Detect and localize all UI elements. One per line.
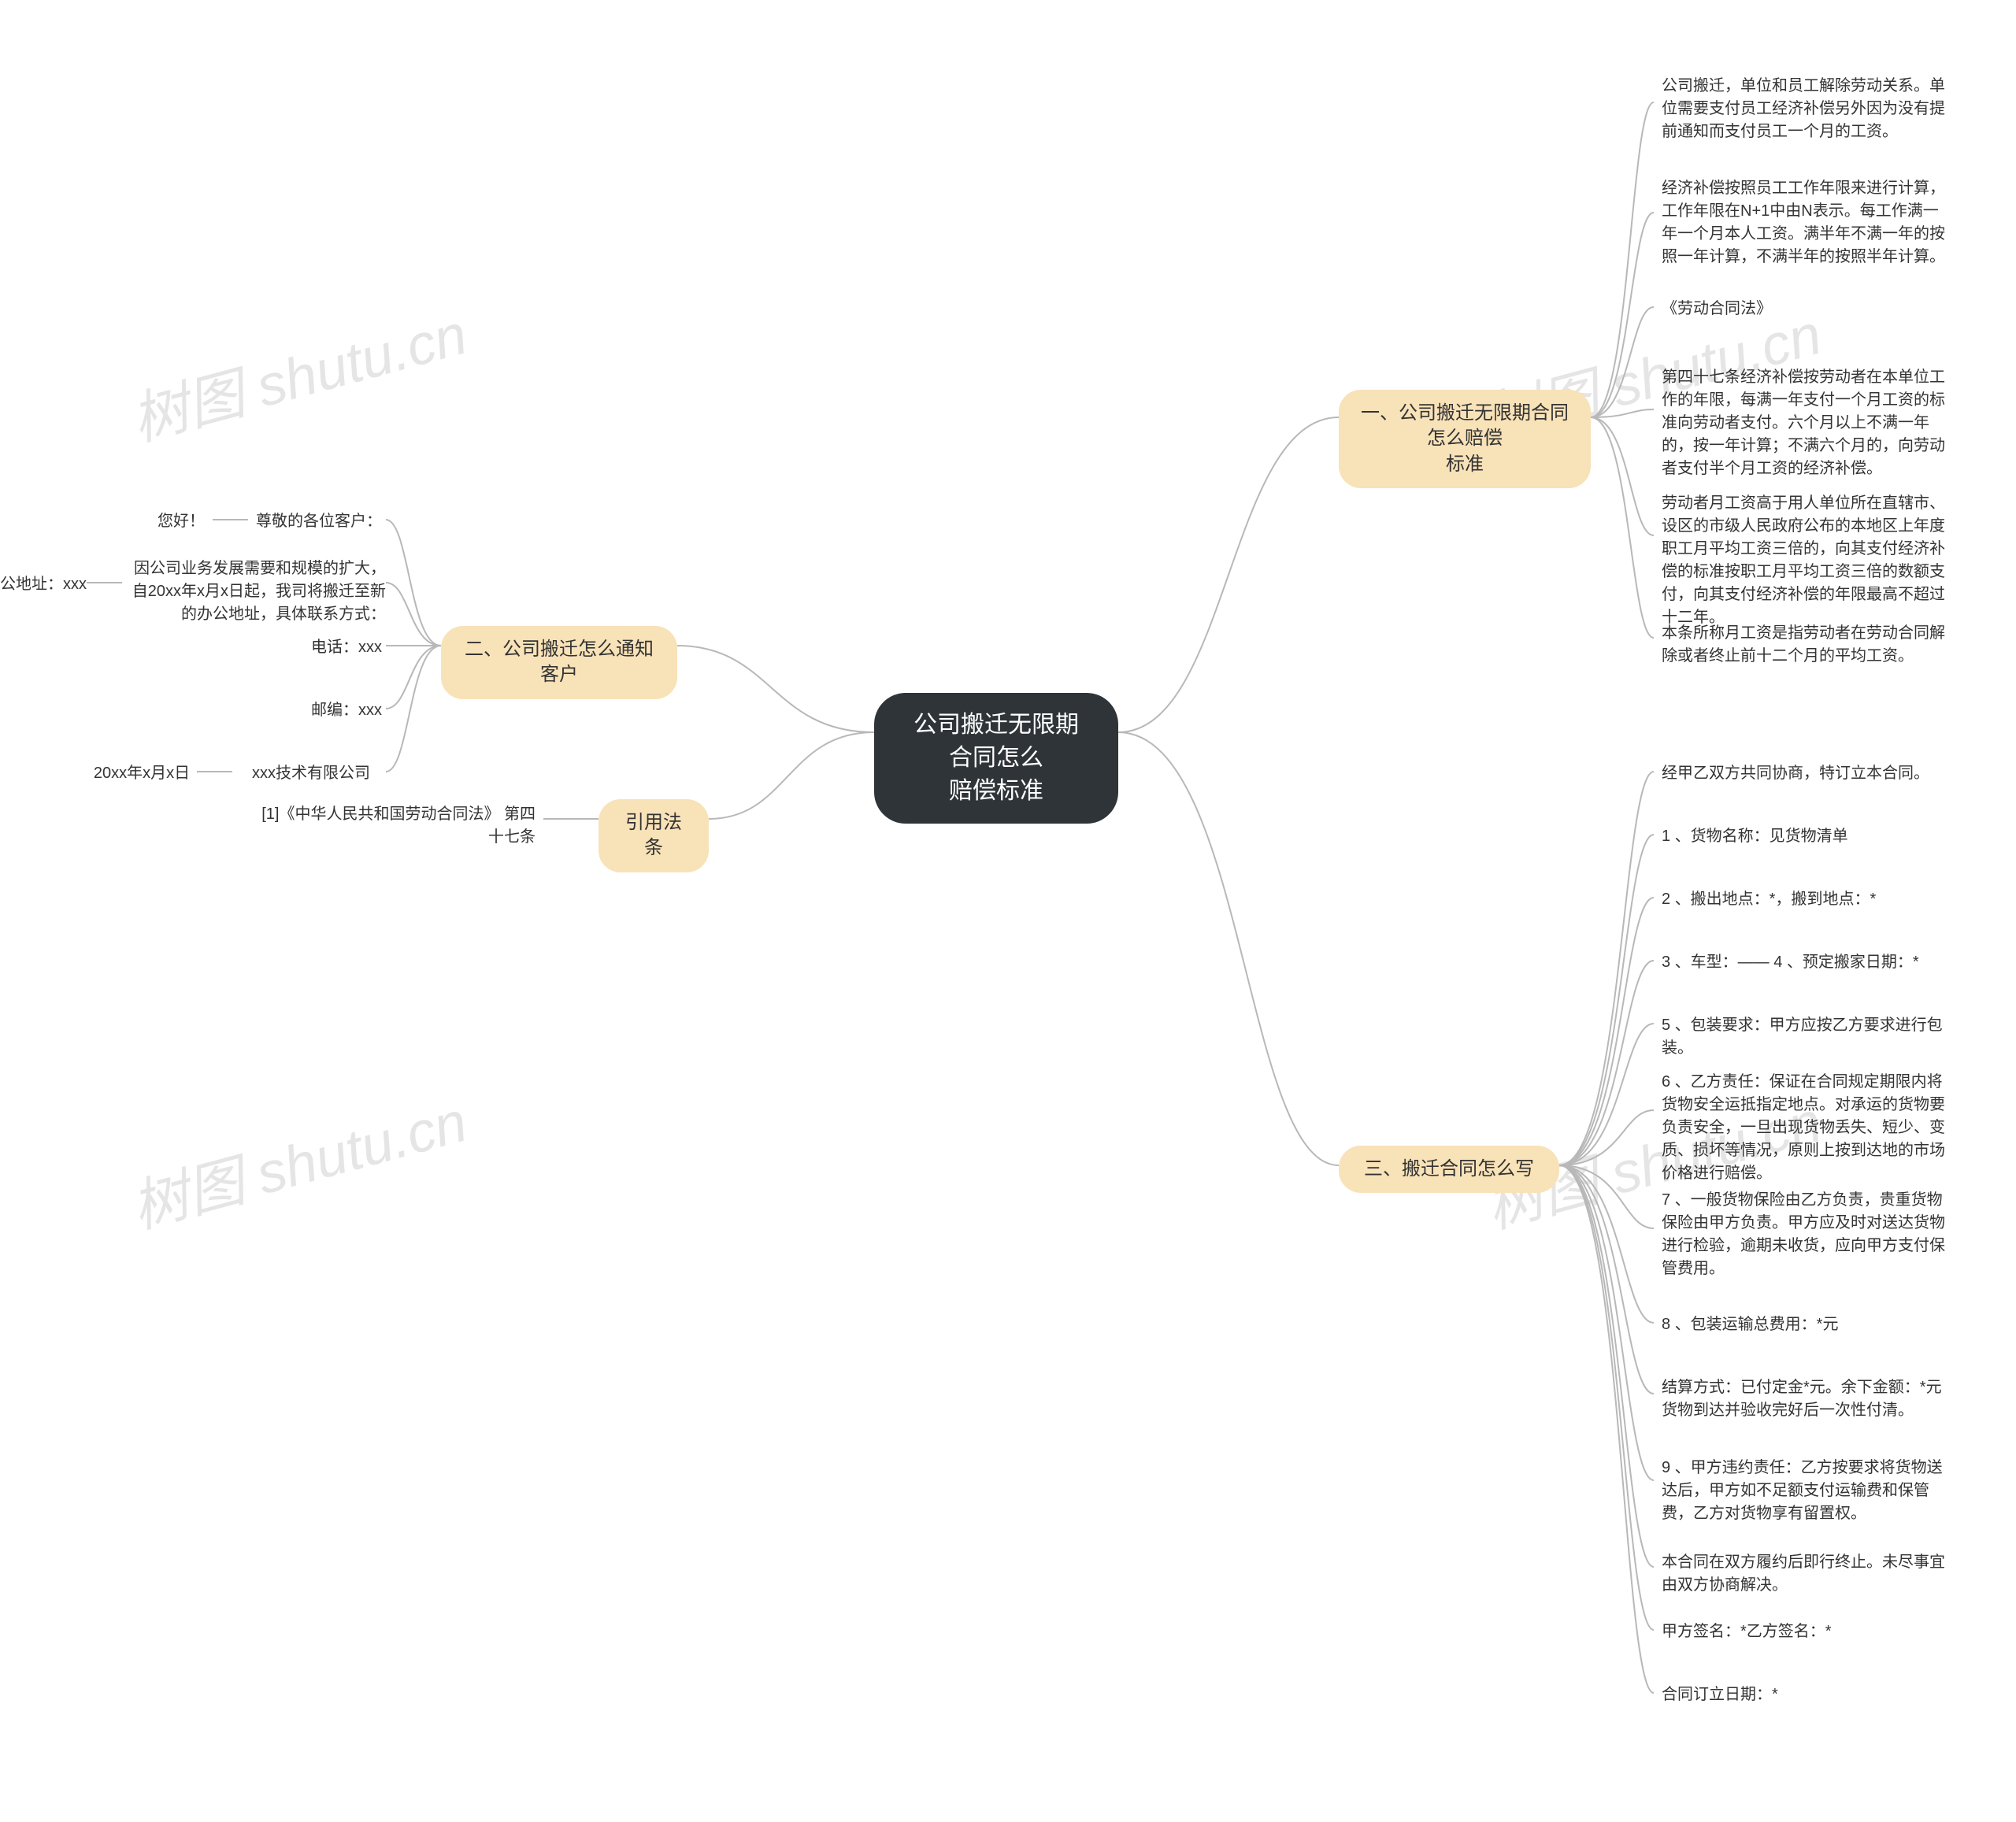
leaf-three-d: 3 、车型：—— 4 、预定搬家日期：* <box>1662 951 1919 974</box>
leaf-four-a: [1]《中华人民共和国劳动合同法》 第四十七条 <box>252 803 536 849</box>
leaf-three-b: 1 、货物名称：见货物清单 <box>1662 825 1848 848</box>
leaf-two-d: 邮编：xxx <box>307 699 386 722</box>
branch-four[interactable]: 引用法条 <box>598 799 709 872</box>
root-node[interactable]: 公司搬迁无限期合同怎么 赔偿标准 <box>874 693 1118 824</box>
leaf-two-b-right: 因公司业务发展需要和规模的扩大，自20xx年x月x日起，我司将搬迁至新的办公地址… <box>126 557 386 626</box>
watermark: 树图 shutu.cn <box>121 287 475 456</box>
leaf-three-h: 8 、包装运输总费用：*元 <box>1662 1313 1838 1336</box>
branch-one[interactable]: 一、公司搬迁无限期合同怎么赔偿 标准 <box>1339 390 1591 488</box>
leaf-two-a-left: 您好！ <box>150 510 213 533</box>
branch-two-label: 二、公司搬迁怎么通知客户 <box>461 637 657 688</box>
leaf-three-c: 2 、搬出地点：*，搬到地点：* <box>1662 888 1876 911</box>
leaf-three-a: 经甲乙双方共同协商，特订立本合同。 <box>1662 762 1929 785</box>
leaf-one-f: 本条所称月工资是指劳动者在劳动合同解除或者终止前十二个月的平均工资。 <box>1662 622 1945 668</box>
leaf-one-a: 公司搬迁，单位和员工解除劳动关系。单位需要支付员工经济补偿另外因为没有提前通知而… <box>1662 75 1945 143</box>
leaf-two-a-right: 尊敬的各位客户： <box>252 510 386 533</box>
root-title: 公司搬迁无限期合同怎么 赔偿标准 <box>906 709 1087 808</box>
leaf-three-l: 甲方签名：*乙方签名：* <box>1662 1620 1832 1643</box>
leaf-three-g: 7 、一般货物保险由乙方负责，贵重货物保险由甲方负责。甲方应及时对送达货物进行检… <box>1662 1189 1945 1280</box>
leaf-two-e-left: 20xx年x月x日 <box>87 762 197 785</box>
leaf-two-e-right: xxx技术有限公司 <box>236 762 386 785</box>
branch-two[interactable]: 二、公司搬迁怎么通知客户 <box>441 626 677 699</box>
leaf-two-c: 电话：xxx <box>307 636 386 659</box>
leaf-one-d: 第四十七条经济补偿按劳动者在本单位工作的年限，每满一年支付一个月工资的标准向劳动… <box>1662 366 1945 480</box>
leaf-three-k: 本合同在双方履约后即行终止。未尽事宜由双方协商解决。 <box>1662 1551 1945 1597</box>
branch-four-label: 引用法条 <box>619 810 688 861</box>
leaf-three-i: 结算方式：已付定金*元。余下金额：*元货物到达并验收完好后一次性付清。 <box>1662 1376 1945 1422</box>
leaf-three-m: 合同订立日期：* <box>1662 1683 1778 1706</box>
leaf-three-j: 9 、甲方违约责任：乙方按要求将货物送达后，甲方如不足额支付运输费和保管费，乙方… <box>1662 1457 1945 1525</box>
leaf-three-f: 6 、乙方责任：保证在合同规定期限内将货物安全运抵指定地点。对承运的货物要负责安… <box>1662 1071 1945 1185</box>
watermark: 树图 shutu.cn <box>121 1075 475 1243</box>
branch-one-label: 一、公司搬迁无限期合同怎么赔偿 标准 <box>1359 401 1570 477</box>
leaf-one-c: 《劳动合同法》 <box>1662 298 1772 320</box>
leaf-two-b-left: 新办公地址：xxx <box>0 573 87 596</box>
leaf-three-e: 5 、包装要求：甲方应按乙方要求进行包装。 <box>1662 1014 1945 1060</box>
branch-three[interactable]: 三、搬迁合同怎么写 <box>1339 1146 1559 1193</box>
leaf-one-b: 经济补偿按照员工工作年限来进行计算，工作年限在N+1中由N表示。每工作满一年一个… <box>1662 177 1945 268</box>
branch-three-label: 三、搬迁合同怎么写 <box>1364 1157 1534 1182</box>
leaf-one-e: 劳动者月工资高于用人单位所在直辖市、设区的市级人民政府公布的本地区上年度职工月平… <box>1662 492 1945 629</box>
